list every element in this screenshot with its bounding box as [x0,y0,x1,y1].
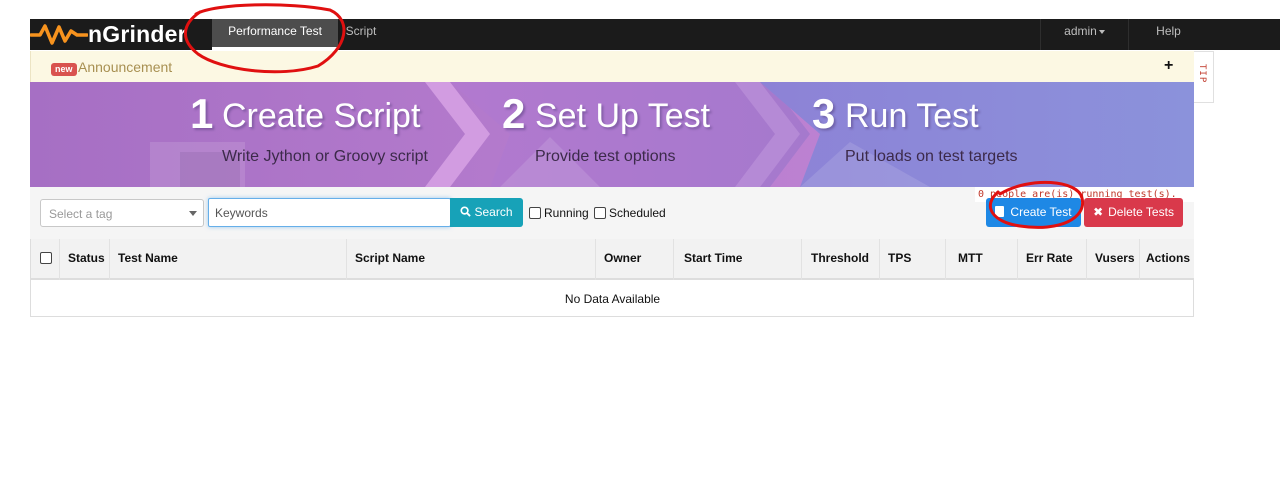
user-menu[interactable]: admin [1040,19,1128,50]
column-mtt[interactable]: MTT [946,239,1018,280]
column-tps[interactable]: TPS [880,239,946,280]
column-err-rate[interactable]: Err Rate [1018,239,1087,280]
tab-performance-test[interactable]: Performance Test [212,19,338,50]
step-3-title: Run Test [845,97,979,135]
delete-tests-button[interactable]: ✖ Delete Tests [1084,198,1183,227]
steps-banner: 1 Create Script Write Jython or Groovy s… [30,82,1194,187]
column-owner[interactable]: Owner [596,239,674,280]
close-icon: ✖ [1093,205,1104,219]
column-vusers[interactable]: Vusers [1087,239,1140,280]
create-test-button[interactable]: Create Test [986,198,1081,227]
running-checkbox[interactable] [529,207,541,219]
tip-tab[interactable]: TIP [1194,51,1214,103]
step-3-subtitle: Put loads on test targets [845,148,1018,165]
search-icon [460,206,472,217]
select-all-cell [31,239,60,280]
running-filter[interactable]: Running [529,205,589,221]
top-navbar: nGrinder Performance Test Script admin H… [30,19,1280,50]
column-script-name[interactable]: Script Name [347,239,596,280]
column-actions: Actions [1146,251,1191,265]
delete-tests-label: Delete Tests [1108,205,1174,219]
tag-select[interactable]: Select a tag [40,199,204,227]
help-link[interactable]: Help [1128,19,1208,50]
ngrinder-logo[interactable]: nGrinder [30,19,212,50]
scheduled-filter[interactable]: Scheduled [594,205,666,221]
user-menu-label: admin [1064,24,1097,38]
column-threshold[interactable]: Threshold [802,239,880,280]
pulse-logo-icon [30,24,88,45]
scheduled-label: Scheduled [609,206,666,220]
step-2-subtitle: Provide test options [535,148,676,165]
empty-table-message: No Data Available [564,292,661,306]
tip-label: TIP [1197,64,1207,84]
create-test-label: Create Test [1010,205,1072,219]
step-3-number: 3 [812,90,836,137]
step-2-number: 2 [502,90,526,137]
step-2-title: Set Up Test [535,97,711,135]
scheduled-checkbox[interactable] [594,207,606,219]
announcement-bar: new Announcement + [30,51,1194,82]
test-toolbar: 0 people are(is) running test(s). Select… [30,187,1194,239]
step-1-title: Create Script [222,97,421,135]
column-status[interactable]: Status [60,239,110,280]
search-button[interactable]: Search [450,198,523,227]
caret-down-icon [1098,29,1105,34]
search-button-label: Search [474,205,513,219]
file-icon [995,206,1005,217]
table-header: Status Test Name Script Name Owner Start… [31,239,1194,280]
column-test-name[interactable]: Test Name [110,239,347,280]
plus-icon[interactable]: + [1164,57,1173,75]
chevron-down-icon [189,211,197,216]
tag-select-placeholder: Select a tag [49,207,113,221]
select-all-checkbox[interactable] [40,252,52,264]
tab-script[interactable]: Script [338,19,384,50]
running-label: Running [544,206,589,220]
test-list-table: Status Test Name Script Name Owner Start… [30,239,1194,317]
announcement-label[interactable]: Announcement [78,59,172,75]
step-1-number: 1 [190,90,214,137]
new-badge: new [51,63,77,76]
brand-name: nGrinder [88,21,187,47]
column-start-time[interactable]: Start Time [674,239,802,280]
step-1-subtitle: Write Jython or Groovy script [222,148,428,165]
keyword-search-input[interactable] [208,198,451,227]
